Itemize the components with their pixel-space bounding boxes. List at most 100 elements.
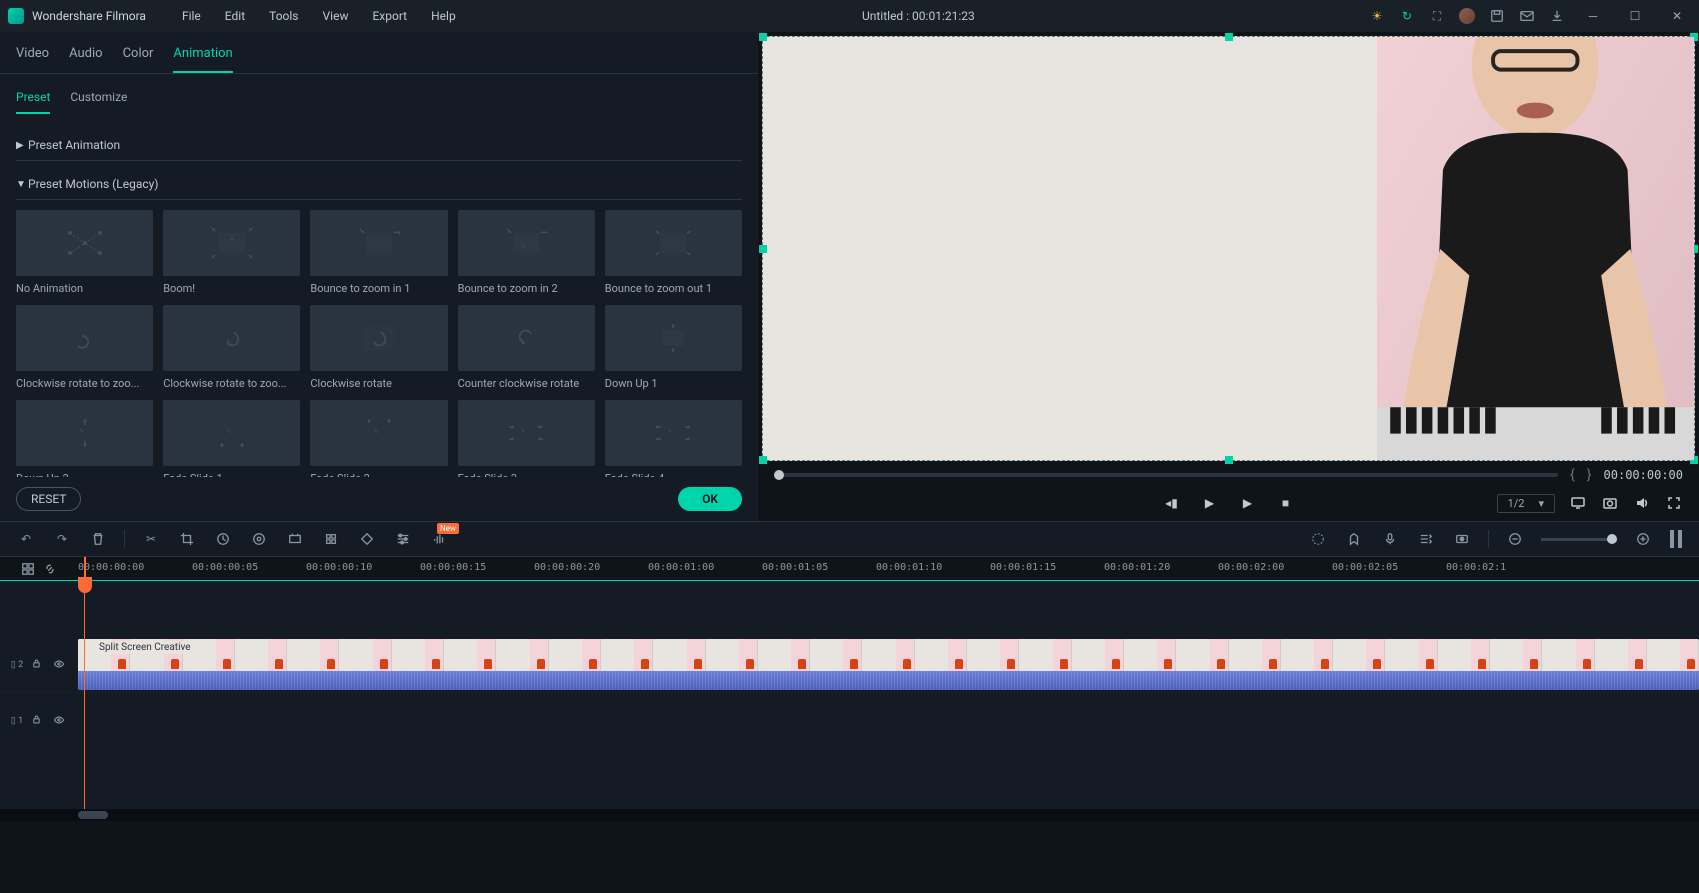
mark-in-icon[interactable]: { (1570, 467, 1575, 483)
preset-thumb (458, 210, 595, 276)
resize-handle[interactable] (759, 245, 767, 253)
refresh-icon[interactable]: ↻ (1399, 8, 1415, 24)
undo-button[interactable]: ↶ (16, 529, 36, 549)
preset-thumb (458, 305, 595, 371)
resize-handle[interactable] (759, 33, 767, 41)
resize-handle[interactable] (759, 456, 767, 464)
clip-thumb (862, 639, 914, 671)
download-icon[interactable] (1549, 8, 1565, 24)
preset-item[interactable]: Down Up 1 (605, 305, 742, 390)
play-button[interactable]: ▶ (1201, 494, 1219, 512)
gift-icon[interactable]: ⛶ (1429, 8, 1445, 24)
fullscreen-icon[interactable] (1665, 494, 1683, 512)
tab-animation[interactable]: Animation (173, 40, 232, 73)
color-button[interactable] (249, 529, 269, 549)
preset-item[interactable]: Fade Slide 2 (310, 400, 447, 477)
prev-frame-button[interactable]: ◂▮ (1163, 494, 1181, 512)
avatar-icon[interactable] (1459, 8, 1475, 24)
lock-icon[interactable] (31, 714, 45, 728)
split-button[interactable]: ✂ (141, 529, 161, 549)
preset-item[interactable]: Fade Slide 1 (163, 400, 300, 477)
preset-item[interactable]: Boom! (163, 210, 300, 295)
tab-color[interactable]: Color (123, 40, 154, 73)
preset-label: Bounce to zoom in 2 (458, 282, 595, 295)
zoom-handle[interactable] (1607, 534, 1617, 544)
mail-icon[interactable] (1519, 8, 1535, 24)
page-indicator[interactable]: 1/2▾ (1497, 494, 1555, 513)
lock-icon[interactable] (31, 658, 45, 672)
preset-item[interactable]: Fade Slide 4 (605, 400, 742, 477)
scrub-handle[interactable] (774, 470, 784, 480)
crop-button[interactable] (177, 529, 197, 549)
snapshot-icon[interactable] (1601, 494, 1619, 512)
volume-icon[interactable] (1633, 494, 1651, 512)
preset-item[interactable]: Clockwise rotate to zoo... (163, 305, 300, 390)
preset-item[interactable]: Clockwise rotate to zoo... (16, 305, 153, 390)
save-icon[interactable] (1489, 8, 1505, 24)
menu-help[interactable]: Help (419, 0, 468, 32)
display-icon[interactable] (1569, 494, 1587, 512)
green-screen-button[interactable] (285, 529, 305, 549)
menu-view[interactable]: View (311, 0, 361, 32)
preset-item[interactable]: Bounce to zoom in 2 (458, 210, 595, 295)
window-minimize-button[interactable]: ─ (1579, 6, 1607, 26)
zoom-in-button[interactable] (1633, 529, 1653, 549)
preset-item[interactable]: No Animation (16, 210, 153, 295)
preset-item[interactable]: Clockwise rotate (310, 305, 447, 390)
window-maximize-button[interactable]: ☐ (1621, 6, 1649, 26)
playhead[interactable] (84, 557, 86, 580)
audio-button[interactable]: New (429, 529, 449, 549)
video-track-1: ▯ 1 (0, 693, 1699, 749)
preset-item[interactable]: Bounce to zoom out 1 (605, 210, 742, 295)
tab-audio[interactable]: Audio (69, 40, 102, 73)
menu-tools[interactable]: Tools (257, 0, 310, 32)
zoom-fit-button[interactable] (1669, 529, 1683, 549)
track-manage-icon[interactable] (21, 562, 35, 576)
mixer-button[interactable] (1416, 529, 1436, 549)
ok-button[interactable]: OK (678, 487, 742, 511)
resize-handle[interactable] (1225, 33, 1233, 41)
eye-icon[interactable] (53, 658, 67, 672)
zoom-out-button[interactable] (1505, 529, 1525, 549)
resize-handle[interactable] (1225, 456, 1233, 464)
delete-button[interactable] (88, 529, 108, 549)
clip-thumb (653, 639, 705, 671)
window-close-button[interactable]: ✕ (1663, 6, 1691, 26)
mark-out-icon[interactable]: } (1587, 467, 1592, 483)
eye-icon[interactable] (53, 714, 67, 728)
lightbulb-icon[interactable]: ☀ (1369, 8, 1385, 24)
stop-button[interactable]: ■ (1277, 494, 1295, 512)
menu-file[interactable]: File (170, 0, 213, 32)
tab-video[interactable]: Video (16, 40, 49, 73)
zoom-slider[interactable] (1541, 538, 1617, 541)
speed-button[interactable] (213, 529, 233, 549)
marker-button[interactable] (1344, 529, 1364, 549)
preset-item[interactable]: Fade Slide 3 (458, 400, 595, 477)
link-icon[interactable] (43, 562, 57, 576)
timeline-clip[interactable]: Split Screen Creative (78, 639, 1699, 690)
keyframe-button[interactable] (357, 529, 377, 549)
menu-export[interactable]: Export (360, 0, 419, 32)
mask-button[interactable] (321, 529, 341, 549)
record-button[interactable] (1452, 529, 1472, 549)
scrub-slider[interactable] (774, 473, 1558, 477)
reset-button[interactable]: RESET (16, 487, 81, 511)
section-preset-animation[interactable]: ▶ Preset Animation (16, 130, 742, 161)
redo-button[interactable]: ↷ (52, 529, 72, 549)
preset-item[interactable]: Bounce to zoom in 1 (310, 210, 447, 295)
playhead-line[interactable] (84, 581, 85, 809)
render-button[interactable] (1308, 529, 1328, 549)
scrollbar-thumb[interactable] (78, 811, 108, 819)
preset-thumb (16, 305, 153, 371)
horizontal-scrollbar[interactable] (0, 809, 1699, 821)
subtab-customize[interactable]: Customize (70, 86, 127, 114)
preset-item[interactable]: Down Up 2 (16, 400, 153, 477)
menu-edit[interactable]: Edit (213, 0, 257, 32)
preset-item[interactable]: Counter clockwise rotate (458, 305, 595, 390)
preview-viewport[interactable] (762, 36, 1695, 461)
next-frame-button[interactable]: ▶ (1239, 494, 1257, 512)
mic-button[interactable] (1380, 529, 1400, 549)
subtab-preset[interactable]: Preset (16, 86, 50, 114)
adjust-button[interactable] (393, 529, 413, 549)
section-preset-motions[interactable]: ▼ Preset Motions (Legacy) (16, 169, 742, 200)
